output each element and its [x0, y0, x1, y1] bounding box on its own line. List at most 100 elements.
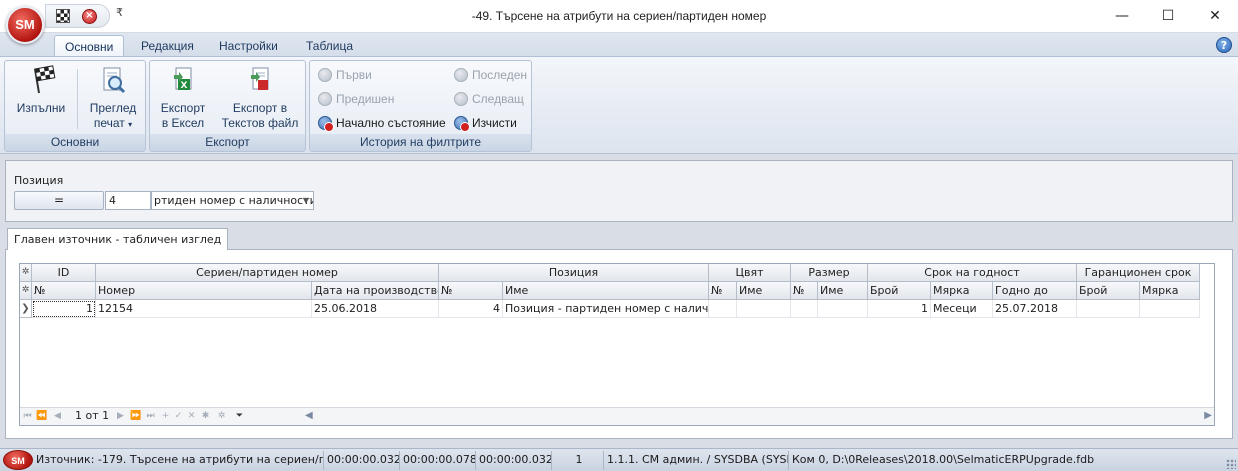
- tab-edit[interactable]: Редакция: [131, 35, 204, 57]
- band-size[interactable]: Размер: [791, 264, 868, 282]
- table-cell-color-name[interactable]: [737, 300, 791, 318]
- row-indicator-icon[interactable]: ❯: [20, 300, 32, 318]
- table-cell-serial[interactable]: 12154: [96, 300, 312, 318]
- tab-table[interactable]: Таблица: [296, 35, 363, 57]
- print-preview-label-2: печат: [93, 116, 125, 130]
- first-icon: [318, 68, 332, 82]
- export-excel-button[interactable]: X Експорт в Ексел: [154, 65, 212, 131]
- col-expiry-until[interactable]: Годно до: [993, 282, 1077, 300]
- nav-delete-icon[interactable]: ✱: [200, 410, 211, 422]
- nav-prev-icon[interactable]: ◀: [52, 410, 63, 422]
- nav-cancel-icon[interactable]: ✕: [186, 410, 197, 422]
- export-text-label-2: Текстов файл: [221, 116, 299, 130]
- nav-last-icon[interactable]: ⏭: [145, 410, 156, 422]
- band-expiry[interactable]: Срок на годност: [868, 264, 1077, 282]
- export-text-button[interactable]: Експорт в Текстов файл: [216, 65, 304, 131]
- col-size-name[interactable]: Име: [818, 282, 868, 300]
- print-preview-label-1: Преглед: [89, 101, 137, 115]
- table-cell-expiry-until[interactable]: 25.07.2018: [993, 300, 1077, 318]
- status-bar: SM Източник: -179. Търсене на атрибути н…: [0, 448, 1238, 471]
- nav-next-icon[interactable]: ▶: [115, 410, 126, 422]
- table-cell-position-name[interactable]: Позиция - партиден номер с наличности: [503, 300, 709, 318]
- position-value-input[interactable]: 4: [105, 191, 151, 210]
- column-customize-icon[interactable]: ✲: [20, 282, 32, 300]
- history-first-button[interactable]: Първи: [316, 65, 372, 85]
- col-warranty-qty[interactable]: Брой: [1077, 282, 1140, 300]
- operator-button[interactable]: =: [14, 191, 104, 210]
- scroll-right-icon[interactable]: ▶: [1204, 410, 1212, 421]
- close-button[interactable]: ✕: [1192, 0, 1238, 32]
- col-production-date[interactable]: Дата на производство: [312, 282, 439, 300]
- grid-navigator: ⏮ ⏪ ◀ 1 от 1 ▶ ⏩ ⏭ + ✓ ✕ ✱ ✲ ⏷: [20, 407, 303, 425]
- table-cell-size-no[interactable]: [791, 300, 818, 318]
- maximize-button[interactable]: ☐: [1145, 0, 1191, 32]
- table-cell-expiry-qty[interactable]: 1: [868, 300, 931, 318]
- table-cell-position-no[interactable]: 4: [439, 300, 503, 318]
- table-cell-warranty-qty[interactable]: [1077, 300, 1140, 318]
- position-label: Позиция: [14, 174, 64, 187]
- col-serial-number[interactable]: Номер: [96, 282, 312, 300]
- nav-add-icon[interactable]: +: [160, 410, 171, 422]
- dropdown-arrow-icon[interactable]: ▼: [303, 192, 309, 209]
- table-cell-prod-date[interactable]: 25.06.2018: [312, 300, 439, 318]
- nav-first-icon[interactable]: ⏮: [22, 410, 33, 422]
- history-next-button[interactable]: Следващ: [452, 89, 524, 109]
- scroll-left-icon[interactable]: ◀: [305, 410, 313, 421]
- col-color-name[interactable]: Име: [737, 282, 791, 300]
- resize-grip[interactable]: [1226, 459, 1236, 469]
- col-position-no[interactable]: №: [439, 282, 503, 300]
- app-menu-button[interactable]: SM: [6, 6, 44, 44]
- group-history-label: История на филтрите: [310, 134, 531, 151]
- nav-prev-page-icon[interactable]: ⏪: [36, 410, 47, 422]
- col-size-no[interactable]: №: [791, 282, 818, 300]
- nav-refresh-icon[interactable]: ✲: [216, 410, 227, 422]
- clear-icon: [454, 116, 470, 132]
- horizontal-scrollbar[interactable]: ◀ ▶: [303, 407, 1214, 425]
- table-cell-expiry-unit[interactable]: Месеци: [931, 300, 993, 318]
- band-id[interactable]: ID: [32, 264, 96, 282]
- col-expiry-unit[interactable]: Мярка: [931, 282, 993, 300]
- ribbon-tab-bar: Основни Редакция Настройки Таблица: [0, 33, 1238, 57]
- nav-post-icon[interactable]: ✓: [173, 410, 184, 422]
- col-id-no[interactable]: №: [32, 282, 96, 300]
- export-text-label-1: Експорт в: [232, 101, 288, 115]
- group-export-label: Експорт: [150, 134, 305, 151]
- history-initial-button[interactable]: Начално състояние: [316, 113, 446, 133]
- band-position[interactable]: Позиция: [439, 264, 709, 282]
- col-expiry-qty[interactable]: Брой: [868, 282, 931, 300]
- history-clear-button[interactable]: Изчисти: [452, 113, 517, 133]
- position-lookup-text: ртиден номер с наличности: [154, 194, 314, 207]
- col-position-name[interactable]: Име: [503, 282, 709, 300]
- history-last-button[interactable]: Последен: [452, 65, 527, 85]
- status-time-3: 00:00:00.032: [475, 451, 551, 470]
- data-grid[interactable]: ✲ ID Сериен/партиден номер Позиция Цвят …: [19, 263, 1215, 426]
- title-bar: × ₹ -49. Търсене на атрибути на сериен/п…: [0, 0, 1238, 33]
- help-icon[interactable]: ?: [1216, 37, 1232, 53]
- ribbon: Изпълни Преглед печат ▾ Основни X Експор…: [0, 56, 1238, 154]
- table-cell-warranty-unit[interactable]: [1140, 300, 1200, 318]
- table-cell-color-no[interactable]: [709, 300, 737, 318]
- table-cell-size-name[interactable]: [818, 300, 868, 318]
- execute-button[interactable]: Изпълни: [11, 65, 71, 116]
- minimize-button[interactable]: —: [1099, 0, 1145, 32]
- position-lookup-combo[interactable]: ртиден номер с наличности ▼: [151, 191, 314, 210]
- table-cell-id[interactable]: 1: [32, 300, 96, 318]
- band-warranty[interactable]: Гаранционен срок: [1077, 264, 1200, 282]
- tab-settings[interactable]: Настройки: [209, 35, 288, 57]
- tab-main[interactable]: Основни: [54, 35, 125, 57]
- print-preview-button[interactable]: Преглед печат ▾: [83, 65, 143, 132]
- filter-icon[interactable]: ⏷: [234, 410, 245, 422]
- tab-main-source-grid[interactable]: Главен източник - табличен изглед: [7, 228, 229, 250]
- history-previous-button[interactable]: Предишен: [316, 89, 394, 109]
- band-serial[interactable]: Сериен/партиден номер: [96, 264, 439, 282]
- previous-icon: [318, 92, 332, 106]
- col-warranty-unit[interactable]: Мярка: [1140, 282, 1200, 300]
- band-customize-icon[interactable]: ✲: [20, 264, 32, 282]
- ribbon-group-main: Изпълни Преглед печат ▾ Основни: [4, 60, 146, 152]
- band-color[interactable]: Цвят: [709, 264, 791, 282]
- filter-panel: Позиция = 4 ртиден номер с наличности ▼: [5, 160, 1233, 222]
- status-time-1: 00:00:00.032: [323, 451, 399, 470]
- col-color-no[interactable]: №: [709, 282, 737, 300]
- group-main-label: Основни: [5, 134, 145, 151]
- nav-next-page-icon[interactable]: ⏩: [130, 410, 141, 422]
